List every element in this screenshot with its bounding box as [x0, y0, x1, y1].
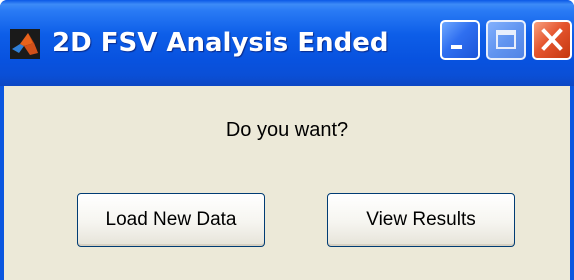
close-button[interactable] — [532, 20, 572, 60]
view-results-button[interactable]: View Results — [327, 193, 515, 247]
prompt-text: Do you want? — [225, 119, 349, 141]
dialog-window: 2D FSV Analysis Ended Do you want? Load … — [0, 0, 574, 280]
load-new-data-button[interactable]: Load New Data — [77, 193, 265, 247]
window-title: 2D FSV Analysis Ended — [52, 28, 389, 58]
minimize-icon — [451, 45, 462, 49]
title-bar[interactable]: 2D FSV Analysis Ended — [0, 0, 574, 86]
close-icon — [541, 28, 563, 51]
minimize-button[interactable] — [440, 20, 480, 60]
matlab-icon — [10, 29, 40, 59]
maximize-button[interactable] — [486, 20, 526, 60]
maximize-icon — [496, 30, 516, 49]
dialog-body — [4, 86, 570, 280]
